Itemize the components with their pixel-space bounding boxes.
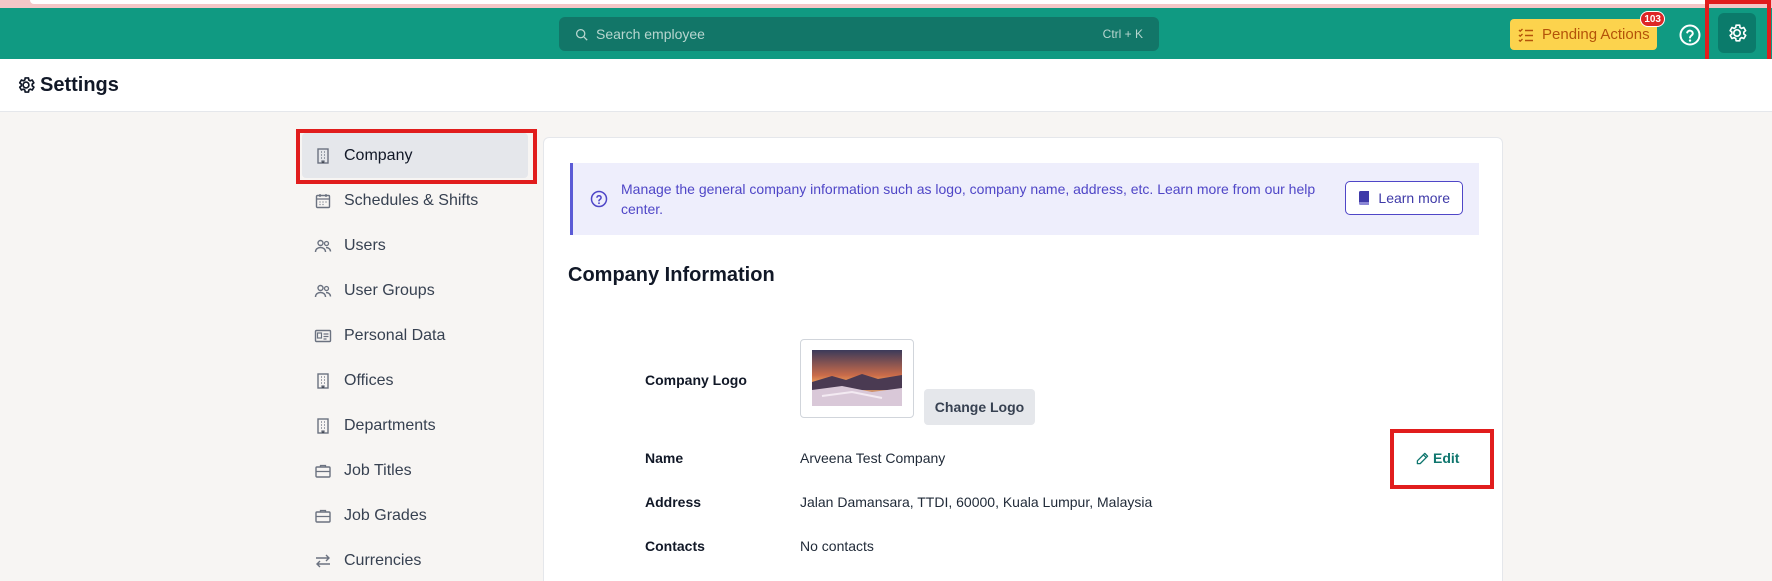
info-banner: Manage the general company information s… — [570, 163, 1479, 235]
search-input[interactable] — [596, 26, 1103, 42]
name-value: Arveena Test Company — [800, 450, 946, 466]
users-icon — [314, 239, 332, 252]
sidebar-item-label: Job Titles — [344, 461, 412, 479]
sidebar-item-company[interactable]: Company — [302, 133, 528, 178]
search-bar[interactable]: Ctrl + K — [559, 17, 1159, 51]
address-label: Address — [645, 494, 702, 510]
sidebar-item-users[interactable]: Users — [302, 223, 528, 268]
search-shortcut: Ctrl + K — [1102, 27, 1143, 41]
building-icon — [317, 372, 329, 389]
top-navbar: Ctrl + K Pending Actions 103 — [0, 8, 1772, 59]
building-icon — [317, 417, 329, 434]
help-circle-icon — [590, 190, 608, 208]
edit-button[interactable]: Edit — [1416, 446, 1459, 470]
gear-icon — [18, 77, 35, 93]
contacts-value: No contacts — [800, 538, 874, 554]
learn-more-button[interactable]: Learn more — [1345, 181, 1463, 215]
sidebar-item-label: Job Grades — [344, 506, 427, 524]
contacts-label: Contacts — [645, 538, 705, 554]
sidebar-item-label: Schedules & Shifts — [344, 191, 479, 209]
sidebar-item-departments[interactable]: Departments — [302, 403, 528, 448]
top-strip-inner — [30, 0, 1752, 4]
sidebar-item-job-grades[interactable]: Job Grades — [302, 493, 528, 538]
pending-actions-label: Pending Actions — [1542, 26, 1650, 43]
checklist-icon — [1518, 27, 1533, 42]
name-label: Name — [645, 450, 684, 466]
change-logo-button[interactable]: Change Logo — [924, 389, 1035, 425]
sidebar-item-currencies[interactable]: Currencies — [302, 538, 528, 581]
settings-sidebar: Company Schedules & Shifts Users User Gr… — [302, 133, 528, 581]
company-logo-image — [812, 350, 902, 406]
building-icon — [317, 147, 329, 164]
company-logo-label: Company Logo — [645, 372, 747, 388]
sidebar-item-label: Departments — [344, 416, 436, 434]
sidebar-item-schedules-shifts[interactable]: Schedules & Shifts — [302, 178, 528, 223]
help-button[interactable] — [1678, 23, 1702, 47]
page-header: Settings — [0, 59, 1772, 112]
page-title: Settings — [40, 73, 119, 96]
address-value: Jalan Damansara, TTDI, 60000, Kuala Lump… — [800, 494, 1153, 510]
sidebar-item-label: Company — [344, 146, 413, 164]
sidebar-item-label: User Groups — [344, 281, 435, 299]
edit-label: Edit — [1433, 450, 1460, 466]
settings-button[interactable] — [1718, 13, 1756, 53]
learn-more-label: Learn more — [1378, 190, 1450, 206]
sidebar-item-personal-data[interactable]: Personal Data — [302, 313, 528, 358]
sidebar-item-offices[interactable]: Offices — [302, 358, 528, 403]
sidebar-item-label: Users — [344, 236, 386, 254]
pending-count-badge: 103 — [1640, 11, 1665, 27]
briefcase-icon — [315, 509, 331, 523]
sidebar-item-label: Offices — [344, 371, 394, 389]
section-title: Company Information — [568, 264, 775, 286]
arrows-exchange-icon — [316, 554, 330, 567]
pencil-icon — [1416, 452, 1429, 464]
company-logo — [800, 339, 914, 418]
gear-icon — [1729, 24, 1747, 42]
pending-actions-button[interactable]: Pending Actions 103 — [1510, 11, 1665, 50]
sidebar-item-job-titles[interactable]: Job Titles — [302, 448, 528, 493]
sidebar-item-user-groups[interactable]: User Groups — [302, 268, 528, 313]
id-card-icon — [314, 329, 332, 342]
company-settings-panel: Manage the general company information s… — [543, 137, 1503, 581]
info-banner-text: Manage the general company information s… — [621, 181, 1316, 217]
sidebar-item-label: Personal Data — [344, 326, 446, 344]
calendar-icon — [315, 193, 331, 208]
sidebar-item-label: Currencies — [344, 551, 422, 569]
search-icon — [575, 28, 588, 41]
briefcase-icon — [315, 464, 331, 478]
browser-top-strip — [0, 0, 1772, 8]
users-icon — [314, 284, 332, 297]
book-icon — [1359, 191, 1370, 205]
help-circle-icon — [1679, 24, 1701, 46]
